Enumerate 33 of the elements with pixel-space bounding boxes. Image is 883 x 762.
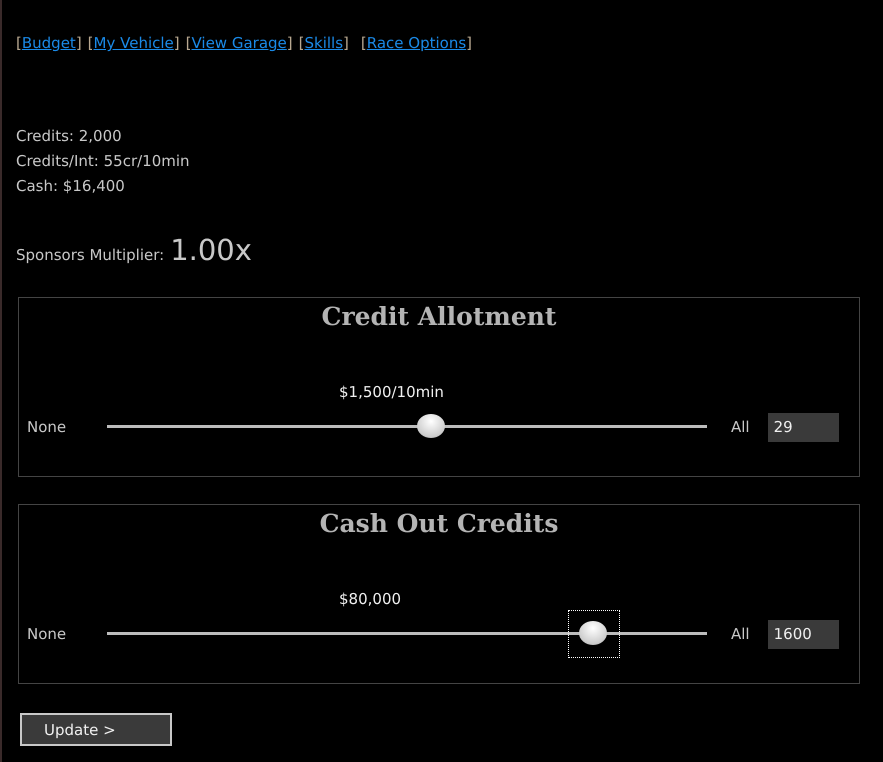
stat-text: Credits/Int: 55cr/10min bbox=[16, 151, 191, 172]
value-field[interactable]: 1600 bbox=[768, 620, 839, 648]
max-label: All bbox=[731, 625, 750, 643]
max-label: All bbox=[731, 418, 750, 436]
min-label: None bbox=[27, 418, 68, 436]
bracket: ] bbox=[174, 34, 180, 52]
sponsors-label: Sponsors Multiplier: bbox=[16, 246, 164, 264]
bracket: ] bbox=[76, 34, 82, 52]
stat-text: Cash: $16,400 bbox=[16, 176, 126, 197]
bracket: ] bbox=[343, 34, 349, 52]
bracket: [ bbox=[360, 34, 367, 52]
multiplier-value: 1.00x bbox=[170, 233, 252, 267]
panel-title: Cash Out Credits bbox=[320, 508, 558, 538]
update-button[interactable]: Update > bbox=[20, 713, 172, 746]
bracket: ] bbox=[466, 34, 472, 52]
min-label: None bbox=[27, 625, 68, 643]
stat-text: Credits: 2,000 bbox=[16, 126, 123, 147]
panel-title: Credit Allotment bbox=[322, 301, 556, 331]
slider-thumb[interactable] bbox=[579, 621, 607, 645]
bracket: [ bbox=[16, 34, 22, 52]
nav-link[interactable]: Budget bbox=[22, 34, 76, 52]
nav-link[interactable]: My Vehicle bbox=[94, 34, 174, 52]
nav-link[interactable]: View Garage bbox=[191, 34, 287, 52]
bracket: ] bbox=[286, 34, 293, 52]
nav-link[interactable]: Skills bbox=[304, 34, 344, 52]
slider-thumb[interactable] bbox=[417, 414, 445, 438]
bracket: [ bbox=[88, 34, 94, 52]
bracket: [ bbox=[298, 34, 304, 52]
nav-link[interactable]: Race Options bbox=[366, 34, 466, 52]
slider-reading: $80,000 bbox=[339, 590, 402, 608]
value-field[interactable]: 29 bbox=[768, 412, 839, 442]
slider-reading: $1,500/10min bbox=[339, 383, 444, 401]
bracket: [ bbox=[186, 34, 192, 52]
